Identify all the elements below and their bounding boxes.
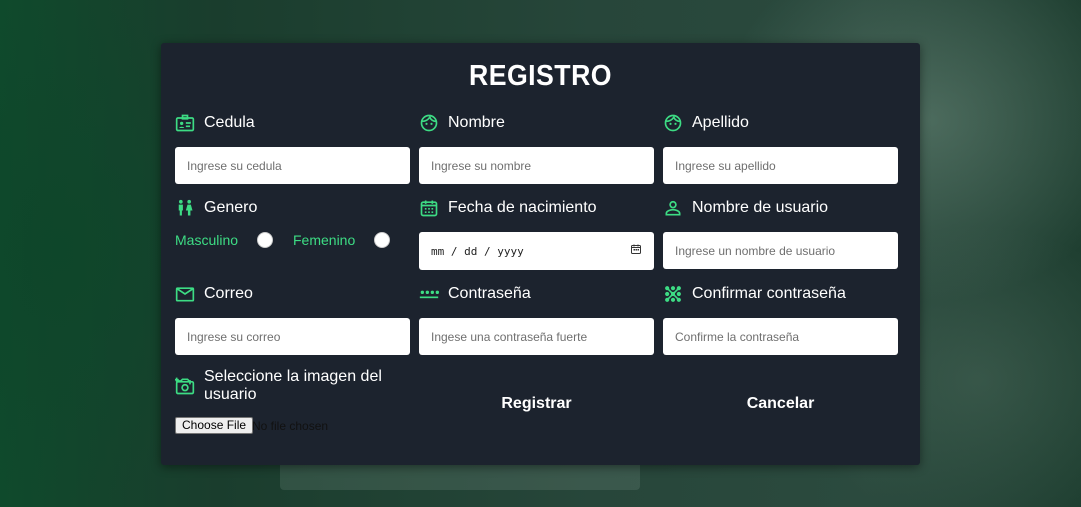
masculino-radio[interactable] (257, 232, 273, 248)
nombre-label-row: Nombre (419, 113, 505, 133)
cancelar-button[interactable]: Cancelar (663, 395, 898, 413)
id-card-icon (175, 113, 195, 133)
apellido-input[interactable] (663, 147, 898, 184)
apellido-label-row: Apellido (663, 113, 749, 133)
genero-label-row: Genero (175, 198, 257, 218)
correo-label: Correo (204, 285, 253, 302)
face-icon (419, 113, 439, 133)
masculino-label: Masculino (175, 232, 239, 248)
usuario-input[interactable] (663, 232, 898, 269)
fecha-value: mm / dd / yyyy (431, 244, 524, 258)
fecha-label-row: Fecha de nacimiento (419, 198, 597, 218)
usuario-label-row: Nombre de usuario (663, 198, 828, 218)
genero-label: Genero (204, 199, 258, 216)
choose-file-button[interactable]: Choose File (175, 417, 254, 434)
usuario-label: Nombre de usuario (692, 199, 829, 216)
contrasena-input[interactable] (419, 318, 654, 355)
confirmar-input[interactable] (663, 318, 898, 355)
cedula-input[interactable] (175, 147, 410, 184)
correo-input[interactable] (175, 318, 410, 355)
fecha-label: Fecha de nacimiento (448, 199, 597, 216)
confirmar-label-row: Confirmar contraseña (663, 284, 846, 304)
apellido-label: Apellido (692, 114, 749, 131)
cedula-label-row: Cedula (175, 113, 255, 133)
calendar-icon (419, 198, 439, 218)
mail-icon (175, 284, 195, 304)
face-icon (663, 113, 683, 133)
pattern-icon (663, 284, 683, 304)
form-title: REGISTRO (468, 60, 613, 92)
password-dots-icon (419, 284, 439, 304)
file-status: No file chosen (252, 419, 329, 433)
contrasena-label: Contraseña (448, 285, 531, 302)
imagen-label: Seleccione la imagen del usuario (204, 368, 382, 403)
add-photo-icon (174, 376, 195, 396)
fecha-input[interactable]: mm / dd / yyyy (419, 232, 654, 270)
people-icon (175, 198, 195, 218)
registrar-button[interactable]: Registrar (419, 395, 654, 413)
confirmar-label: Confirmar contraseña (692, 285, 846, 302)
cedula-label: Cedula (204, 114, 255, 131)
calendar-picker-icon[interactable] (630, 242, 642, 260)
correo-label-row: Correo (175, 284, 253, 304)
femenino-label: Femenino (293, 232, 356, 248)
contrasena-label-row: Contraseña (419, 284, 531, 304)
person-icon (663, 198, 683, 218)
femenino-radio[interactable] (374, 232, 390, 248)
nombre-input[interactable] (419, 147, 654, 184)
nombre-label: Nombre (448, 114, 505, 131)
